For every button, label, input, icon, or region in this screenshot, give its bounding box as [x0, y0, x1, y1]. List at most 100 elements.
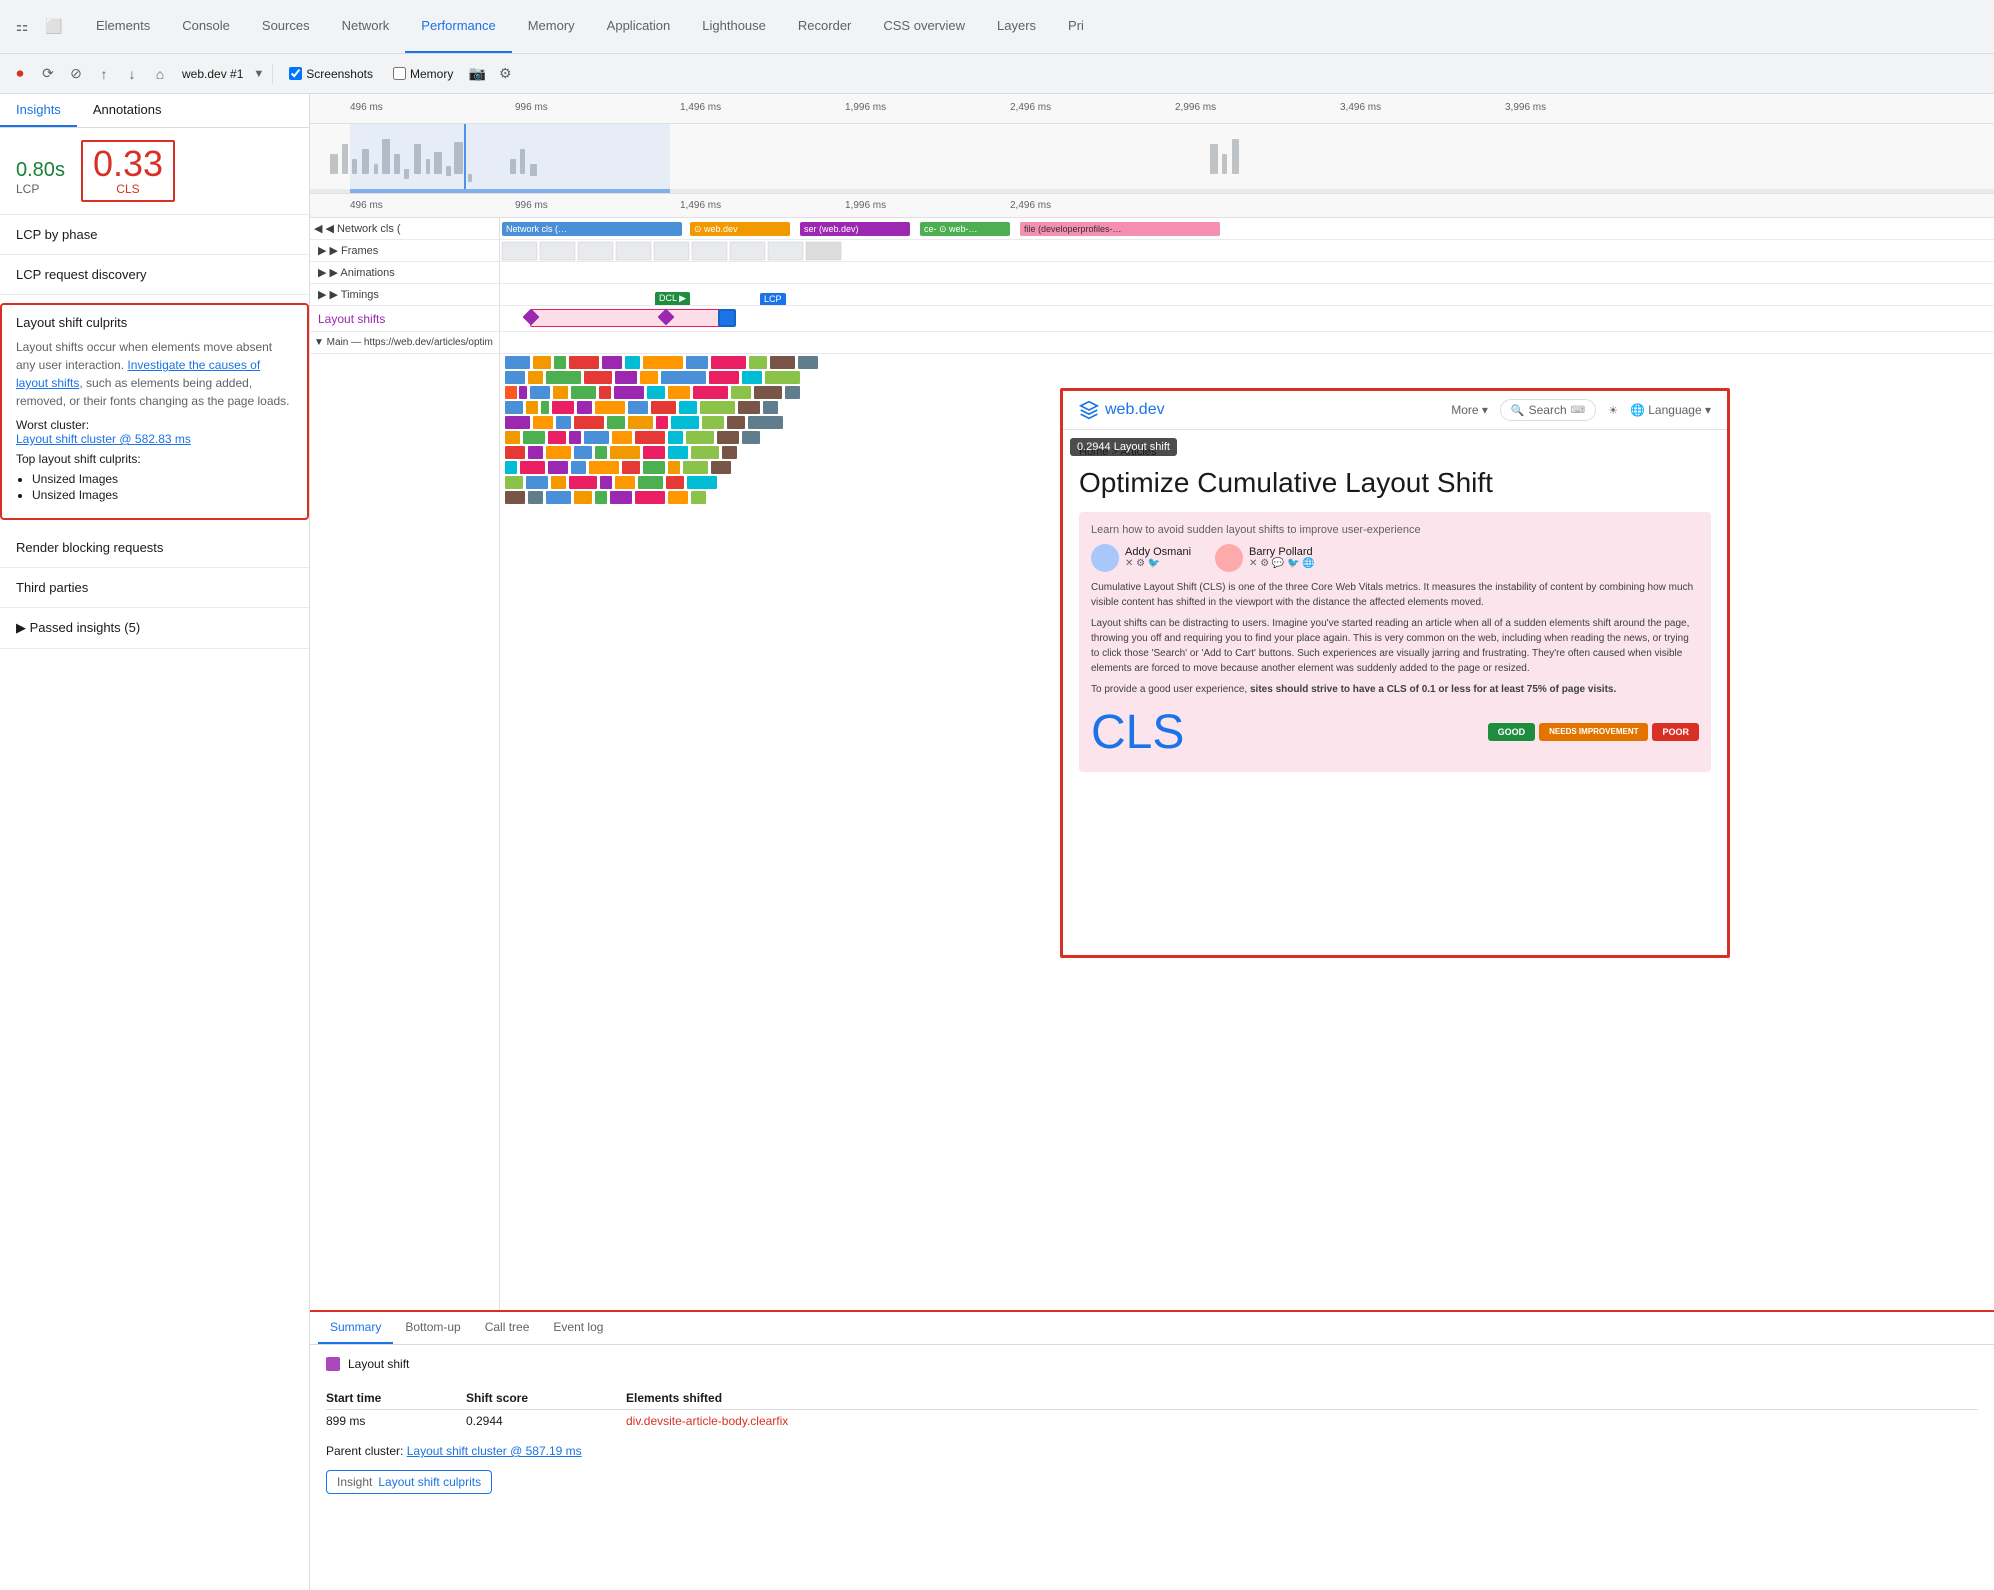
tab-css-overview[interactable]: CSS overview: [867, 0, 981, 53]
passed-insights-label: ▶ Passed insights (5): [16, 620, 140, 636]
cls-section: CLS GOOD NEEDS IMPROVEMENT POOR: [1091, 705, 1699, 760]
network-bar-1[interactable]: Network cls (…: [502, 222, 682, 236]
network-bar-2[interactable]: ⊙ web.dev: [690, 222, 790, 236]
tab-call-tree[interactable]: Call tree: [473, 1312, 542, 1344]
ruler-tick: 1,996 ms: [845, 102, 886, 113]
tab-recorder[interactable]: Recorder: [782, 0, 867, 53]
webdev-nav: More ▾ 🔍 Search ⌨ ☀ 🌐 Language ▾: [1451, 399, 1711, 421]
download-button[interactable]: ↓: [120, 62, 144, 86]
badge-text: Layout shift culprits: [378, 1475, 481, 1489]
track-label-main[interactable]: ▼ Main — https://web.dev/articles/optim: [310, 332, 499, 354]
track-label-animations[interactable]: ▶ ▶ Animations: [310, 262, 499, 284]
track-label-timings[interactable]: ▶ ▶ Timings: [310, 284, 499, 306]
dock-icon[interactable]: ⚏: [8, 13, 36, 41]
author-2-name: Barry Pollard: [1249, 546, 1315, 558]
layout-shift-tooltip: 0.2944 Layout shift: [1070, 438, 1177, 456]
passed-insights[interactable]: ▶ Passed insights (5): [0, 608, 309, 649]
screenshots-checkbox-group: Screenshots: [289, 67, 373, 81]
tab-pri[interactable]: Pri: [1052, 0, 1100, 53]
insight-badge[interactable]: Insight Layout shift culprits: [326, 1470, 492, 1494]
cls-bar-good: GOOD: [1488, 723, 1536, 741]
separator: [272, 64, 273, 84]
network-bar-3[interactable]: ser (web.dev): [800, 222, 910, 236]
track-label-layout-shifts[interactable]: Layout shifts: [310, 306, 499, 332]
tab-dropdown-arrow[interactable]: ▼: [253, 68, 264, 80]
track-label-network[interactable]: ◀ ◀ Network cls (: [310, 218, 499, 240]
record-reload-button[interactable]: ⟳: [36, 62, 60, 86]
settings-button[interactable]: ⚙: [493, 62, 517, 86]
worst-cluster-info: Worst cluster: Layout shift cluster @ 58…: [16, 418, 293, 446]
tab-application[interactable]: Application: [591, 0, 687, 53]
main-layout: Insights Annotations 0.80s LCP 0.33 CLS …: [0, 94, 1994, 1590]
tab-insights[interactable]: Insights: [0, 94, 77, 127]
frames-track-content: [500, 240, 1994, 262]
lcp-value: 0.80s: [16, 146, 65, 182]
top-nav: ⚏ ⬜ Elements Console Sources Network Per…: [0, 0, 1994, 54]
ruler-tick: 2,496 ms: [1010, 102, 1051, 113]
main-track-row: [500, 332, 1994, 354]
tab-network[interactable]: Network: [326, 0, 406, 53]
webdev-logo-icon: [1079, 400, 1099, 420]
webdev-screenshot: web.dev More ▾ 🔍 Search ⌨ ☀ 🌐 Language ▾: [1060, 388, 1730, 958]
tab-console[interactable]: Console: [166, 0, 246, 53]
network-bar-5[interactable]: file (developerprofiles-…: [1020, 222, 1220, 236]
cls-big-text: CLS: [1091, 705, 1184, 760]
tab-memory[interactable]: Memory: [512, 0, 591, 53]
tab-elements[interactable]: Elements: [80, 0, 166, 53]
insight-badge-row: Insight Layout shift culprits: [326, 1470, 1978, 1494]
tab-title: web.dev #1: [182, 67, 243, 81]
layout-shift-selected[interactable]: [718, 309, 736, 327]
track-contents: Network cls (… ⊙ web.dev ser (web.dev) c…: [500, 218, 1994, 1310]
layout-icon[interactable]: ⬜: [40, 13, 68, 41]
insight-lcp-by-phase[interactable]: LCP by phase: [0, 215, 309, 255]
tab-bottom-up[interactable]: Bottom-up: [393, 1312, 472, 1344]
screenshots-checkbox[interactable]: [289, 67, 302, 80]
tab-performance[interactable]: Performance: [405, 0, 511, 53]
memory-checkbox[interactable]: [393, 67, 406, 80]
insight-third-parties[interactable]: Third parties: [0, 568, 309, 608]
layout-shift-culprits-title: Layout shift culprits: [16, 315, 293, 330]
home-button[interactable]: ⌂: [148, 62, 172, 86]
track-label-frames[interactable]: ▶ ▶ Frames: [310, 240, 499, 262]
webdev-article-box: Learn how to avoid sudden layout shifts …: [1079, 512, 1711, 772]
clear-button[interactable]: ⊘: [64, 62, 88, 86]
memory-checkbox-group: Memory: [393, 67, 453, 81]
table-data-row: 899 ms 0.2944 div.devsite-article-body.c…: [326, 1410, 1978, 1432]
parent-cluster-link[interactable]: Layout shift cluster @ 587.19 ms: [407, 1444, 582, 1458]
insight-layout-shift-culprits[interactable]: Layout shift culprits Layout shifts occu…: [0, 303, 309, 520]
mini-timeline[interactable]: [310, 124, 1994, 194]
mini-ruler-top: 496 ms 996 ms 1,496 ms 1,996 ms 2,496 ms…: [310, 94, 1994, 124]
render-blocking-title: Render blocking requests: [16, 540, 293, 555]
memory-label: Memory: [410, 67, 453, 81]
tab-event-log[interactable]: Event log: [541, 1312, 615, 1344]
tab-annotations[interactable]: Annotations: [77, 94, 178, 127]
insight-lcp-request[interactable]: LCP request discovery: [0, 255, 309, 295]
badge-label: Insight: [337, 1475, 372, 1489]
tab-lighthouse[interactable]: Lighthouse: [686, 0, 782, 53]
layout-shifts-track-content: [500, 306, 1994, 332]
ruler-tick: 996 ms: [515, 102, 548, 113]
legend-row: Layout shift: [326, 1357, 1978, 1371]
record-button[interactable]: ⏺: [8, 62, 32, 86]
upload-button[interactable]: ↑: [92, 62, 116, 86]
cls-value: 0.33: [93, 146, 163, 182]
tab-summary[interactable]: Summary: [318, 1312, 393, 1344]
camera-button[interactable]: 📷: [465, 62, 489, 86]
article-para-1: Cumulative Layout Shift (CLS) is one of …: [1091, 580, 1699, 610]
worst-cluster-link[interactable]: Layout shift cluster @ 582.83 ms: [16, 432, 191, 446]
network-bar-4[interactable]: ce- ⊙ web-…: [920, 222, 1010, 236]
legend-swatch: [326, 1357, 340, 1371]
insight-render-blocking[interactable]: Render blocking requests: [0, 528, 309, 568]
cell-start-time: 899 ms: [326, 1414, 466, 1428]
cls-label: CLS: [116, 182, 139, 196]
lcp-metric: 0.80s LCP: [16, 146, 65, 196]
layout-shift-range[interactable]: [530, 309, 730, 327]
col-header-start: Start time: [326, 1391, 466, 1405]
bottom-panel: Summary Bottom-up Call tree Event log La…: [310, 1310, 1994, 1590]
ruler-tick-detail: 2,496 ms: [1010, 200, 1051, 211]
tab-sources[interactable]: Sources: [246, 0, 326, 53]
dcl-marker: DCL ▶: [655, 292, 690, 305]
tab-layers[interactable]: Layers: [981, 0, 1052, 53]
ruler-tick: 2,996 ms: [1175, 102, 1216, 113]
cell-elements[interactable]: div.devsite-article-body.clearfix: [626, 1414, 1978, 1428]
